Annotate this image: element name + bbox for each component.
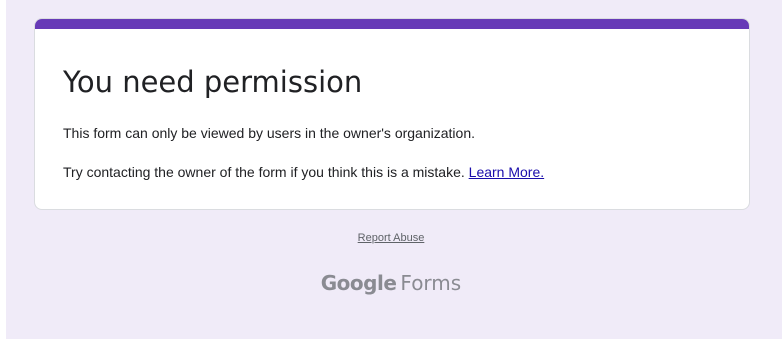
report-abuse-link[interactable]: Report Abuse bbox=[358, 232, 425, 244]
learn-more-link[interactable]: Learn More. bbox=[469, 164, 544, 180]
contact-owner-text: Try contacting the owner of the form if … bbox=[63, 164, 469, 180]
permission-message: This form can only be viewed by users in… bbox=[63, 125, 475, 141]
page-title: You need permission bbox=[63, 65, 363, 99]
contact-owner-message: Try contacting the owner of the form if … bbox=[63, 162, 544, 182]
logo-google-text: Google bbox=[320, 271, 397, 295]
report-abuse-container: Report Abuse bbox=[0, 230, 782, 246]
permission-card: You need permission This form can only b… bbox=[34, 18, 750, 210]
card-accent-bar bbox=[35, 19, 749, 29]
logo-product-text: Forms bbox=[400, 271, 462, 295]
google-forms-logo[interactable]: Google Forms bbox=[0, 269, 782, 297]
